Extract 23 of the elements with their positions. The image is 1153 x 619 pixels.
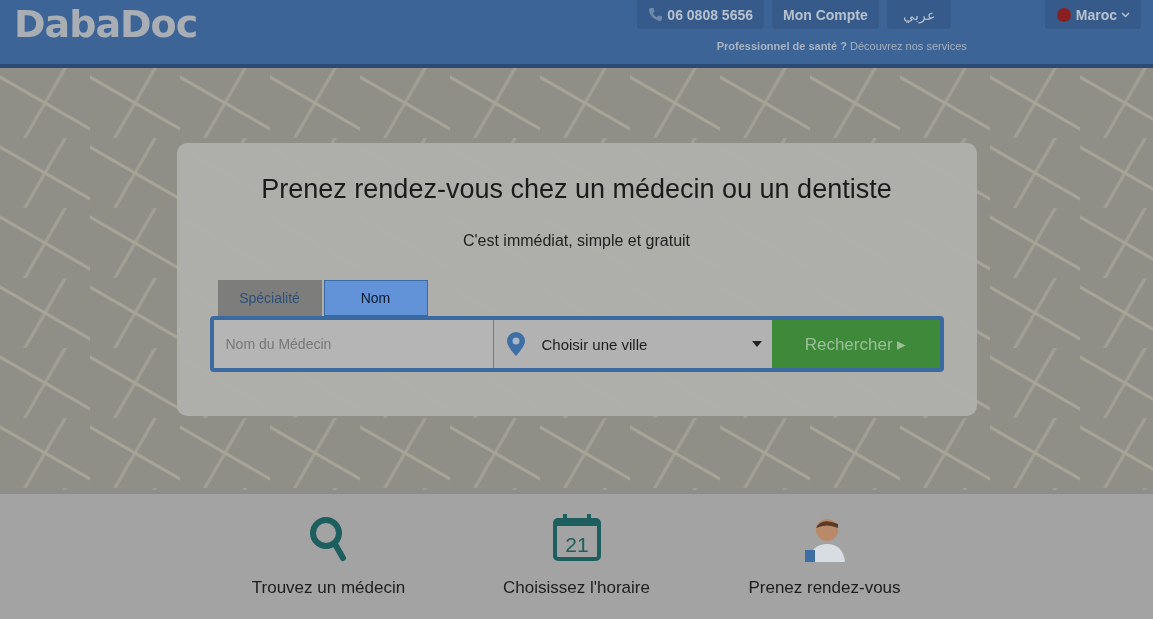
account-button[interactable]: Mon Compte xyxy=(772,0,879,29)
step-label: Choisissez l'horaire xyxy=(503,578,650,598)
services-link[interactable]: Découvrez nos services xyxy=(850,40,967,52)
location-pin-icon xyxy=(505,331,526,357)
flag-icon xyxy=(1055,6,1072,23)
search-tab[interactable]: Spécialité xyxy=(217,280,322,316)
search-tab[interactable]: Nom xyxy=(323,280,428,316)
country-button[interactable]: Maroc xyxy=(1044,0,1141,29)
language-button[interactable]: عربي xyxy=(886,0,951,29)
step-label: Trouvez un médecin xyxy=(251,578,406,598)
step-label: Prenez rendez-vous xyxy=(748,578,901,598)
search-icon xyxy=(308,516,349,562)
city-dropdown[interactable]: Choisir une ville xyxy=(493,320,772,368)
caret-icon xyxy=(751,341,762,347)
search-bar[interactable]: Nom du Médecin Choisir une ville Rechercher ▸ xyxy=(209,316,944,372)
logo: DabaDoc xyxy=(14,2,198,46)
chevron-down-icon xyxy=(1121,11,1130,18)
phone-button[interactable]: 06 0808 5656 xyxy=(637,0,764,29)
search-button[interactable]: Rechercher ▸ xyxy=(771,320,940,368)
pro-text: Professionnel de santé ? Découvrez nos services xyxy=(716,40,967,52)
hero-subtitle: C'est immédiat, simple et gratuit xyxy=(462,232,691,250)
hero-title: Prenez rendez-vous chez un médecin ou un dentiste xyxy=(261,174,892,205)
phone-icon xyxy=(648,7,664,22)
